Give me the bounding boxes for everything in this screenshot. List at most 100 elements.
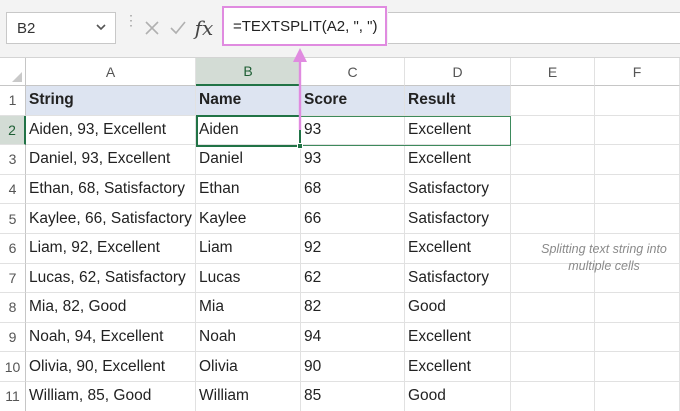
cell-b10[interactable]: Olivia	[196, 352, 301, 382]
table-row: 11 William, 85, Good William 85 Good	[0, 382, 680, 411]
annotation-text: Splitting text string into multiple cell…	[541, 242, 667, 273]
table-row: 1 String Name Score Result	[0, 86, 680, 116]
cell-e9[interactable]	[511, 322, 595, 353]
enter-check-icon[interactable]	[166, 14, 190, 42]
cell-b7[interactable]: Lucas	[196, 263, 301, 294]
row-header[interactable]: 3	[0, 145, 26, 175]
column-header-d[interactable]: D	[405, 58, 511, 86]
cell-c5[interactable]: 66	[301, 204, 405, 234]
row-header[interactable]: 9	[0, 322, 26, 353]
table-row: 3 Daniel, 93, Excellent Daniel 93 Excellent	[0, 145, 680, 175]
cell-f9[interactable]	[595, 322, 680, 353]
name-box[interactable]: B2	[6, 12, 116, 44]
cell-c9[interactable]: 94	[301, 322, 405, 353]
cell-c4[interactable]: 68	[301, 174, 405, 205]
cell-c3[interactable]: 93	[301, 145, 405, 175]
cell-d11[interactable]: Good	[405, 382, 511, 411]
cell-a9[interactable]: Noah, 94, Excellent	[26, 322, 196, 353]
cell-e8[interactable]	[511, 293, 595, 323]
row-header[interactable]: 4	[0, 174, 26, 205]
cell-c7[interactable]: 62	[301, 263, 405, 294]
cell-d5[interactable]: Satisfactory	[405, 204, 511, 234]
cell-a6[interactable]: Liam, 92, Excellent	[26, 234, 196, 264]
table-row: 2 Aiden, 93, Excellent Aiden 93 Excellent	[0, 115, 680, 146]
cell-a11[interactable]: William, 85, Good	[26, 382, 196, 411]
cell-d1[interactable]: Result	[405, 86, 511, 116]
cell-f8[interactable]	[595, 293, 680, 323]
column-header-b[interactable]: B	[196, 58, 301, 86]
cell-f10[interactable]	[595, 352, 680, 382]
column-header-a[interactable]: A	[26, 58, 196, 86]
cell-c8[interactable]: 82	[301, 293, 405, 323]
cell-b6[interactable]: Liam	[196, 234, 301, 264]
cell-c10[interactable]: 90	[301, 352, 405, 382]
cell-b9[interactable]: Noah	[196, 322, 301, 353]
table-row: 10 Olivia, 90, Excellent Olivia 90 Excellent	[0, 352, 680, 382]
cell-e1[interactable]	[511, 86, 595, 116]
cell-d9[interactable]: Excellent	[405, 322, 511, 353]
cell-b2[interactable]: Aiden	[196, 115, 301, 146]
cell-d6[interactable]: Excellent	[405, 234, 511, 264]
formula-input-extension[interactable]	[388, 12, 680, 44]
insert-function-icon[interactable]: fx	[192, 14, 216, 42]
cell-b8[interactable]: Mia	[196, 293, 301, 323]
column-header-f[interactable]: F	[595, 58, 680, 86]
row-header[interactable]: 1	[0, 86, 26, 116]
table-row: 9 Noah, 94, Excellent Noah 94 Excellent	[0, 322, 680, 353]
cell-e4[interactable]	[511, 174, 595, 205]
select-all-button[interactable]	[0, 58, 26, 86]
row-header[interactable]: 7	[0, 263, 26, 294]
cell-f3[interactable]	[595, 145, 680, 175]
cell-d4[interactable]: Satisfactory	[405, 174, 511, 205]
row-header[interactable]: 11	[0, 382, 26, 411]
drag-handle-icon[interactable]: ⋮	[124, 13, 138, 40]
cell-b4[interactable]: Ethan	[196, 174, 301, 205]
cancel-icon[interactable]	[140, 14, 164, 42]
cell-f1[interactable]	[595, 86, 680, 116]
cell-f2[interactable]	[595, 115, 680, 146]
cell-c1[interactable]: Score	[301, 86, 405, 116]
spreadsheet-grid: ABCDEF 1 String Name Score Result 2 Aiden, 93,…	[0, 58, 680, 411]
table-row: 4 Ethan, 68, Satisfactory Ethan 68 Satisfact…	[0, 174, 680, 205]
cell-b11[interactable]: William	[196, 382, 301, 411]
cell-c6[interactable]: 92	[301, 234, 405, 264]
cell-a10[interactable]: Olivia, 90, Excellent	[26, 352, 196, 382]
cell-a5[interactable]: Kaylee, 66, Satisfactory	[26, 204, 196, 234]
cell-b3[interactable]: Daniel	[196, 145, 301, 175]
column-header-e[interactable]: E	[511, 58, 595, 86]
cell-c11[interactable]: 85	[301, 382, 405, 411]
formula-input[interactable]: =TEXTSPLIT(A2, ", ")	[222, 6, 387, 46]
cell-a3[interactable]: Daniel, 93, Excellent	[26, 145, 196, 175]
row-header[interactable]: 2	[0, 115, 26, 146]
formula-text: =TEXTSPLIT(A2, ", ")	[233, 17, 378, 35]
cell-f11[interactable]	[595, 382, 680, 411]
row-header[interactable]: 6	[0, 234, 26, 264]
table-row: 5 Kaylee, 66, Satisfactory Kaylee 66 Satisfa…	[0, 204, 680, 234]
cell-a7[interactable]: Lucas, 62, Satisfactory	[26, 263, 196, 294]
cell-d7[interactable]: Satisfactory	[405, 263, 511, 294]
cell-f4[interactable]	[595, 174, 680, 205]
cell-c2[interactable]: 93	[301, 115, 405, 146]
cell-a2[interactable]: Aiden, 93, Excellent	[26, 115, 196, 146]
cell-b5[interactable]: Kaylee	[196, 204, 301, 234]
cell-e2[interactable]	[511, 115, 595, 146]
cell-d10[interactable]: Excellent	[405, 352, 511, 382]
cell-e5[interactable]	[511, 204, 595, 234]
table-row: 8 Mia, 82, Good Mia 82 Good	[0, 293, 680, 323]
cell-f5[interactable]	[595, 204, 680, 234]
row-header[interactable]: 5	[0, 204, 26, 234]
cell-d8[interactable]: Good	[405, 293, 511, 323]
cell-e10[interactable]	[511, 352, 595, 382]
row-header[interactable]: 8	[0, 293, 26, 323]
column-header-c[interactable]: C	[301, 58, 405, 86]
cell-a1[interactable]: String	[26, 86, 196, 116]
cell-b1[interactable]: Name	[196, 86, 301, 116]
row-header[interactable]: 10	[0, 352, 26, 382]
cell-e3[interactable]	[511, 145, 595, 175]
cell-d3[interactable]: Excellent	[405, 145, 511, 175]
cell-e11[interactable]	[511, 382, 595, 411]
cell-a4[interactable]: Ethan, 68, Satisfactory	[26, 174, 196, 205]
cell-a8[interactable]: Mia, 82, Good	[26, 293, 196, 323]
chevron-down-icon[interactable]	[95, 21, 107, 33]
cell-d2[interactable]: Excellent	[405, 115, 511, 146]
